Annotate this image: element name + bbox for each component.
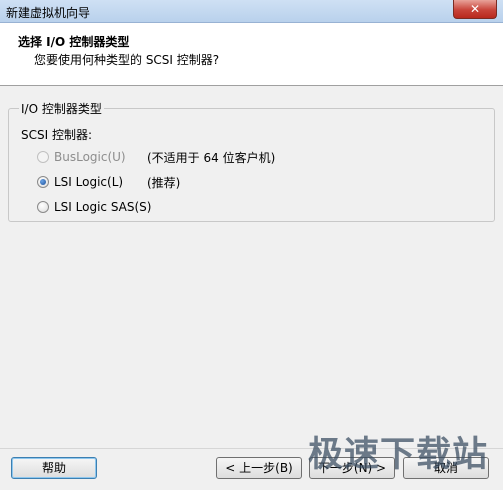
radio-lsi-logic-indicator[interactable] (37, 176, 49, 188)
close-icon: ✕ (469, 2, 481, 16)
radio-lsi-logic-label[interactable]: LSI Logic(L) (54, 175, 123, 189)
radio-lsi-logic-sas[interactable]: LSI Logic SAS(S) (37, 198, 151, 216)
groupbox-label: I/O 控制器类型 (19, 100, 104, 117)
title-bar: 新建虚拟机向导 ✕ (0, 0, 503, 23)
page-title: 选择 I/O 控制器类型 (18, 35, 130, 49)
radio-buslogic-indicator[interactable] (37, 151, 49, 163)
back-button[interactable]: < 上一步(B) (216, 457, 302, 479)
radio-buslogic[interactable]: BusLogic(U) (37, 148, 126, 166)
watermark-logo: 极速下载站 (308, 435, 489, 475)
buslogic-note: (不适用于 64 位客户机) (147, 151, 276, 165)
wizard-header: 选择 I/O 控制器类型 您要使用何种类型的 SCSI 控制器? (0, 23, 503, 86)
radio-buslogic-label[interactable]: BusLogic(U) (54, 150, 126, 164)
page-subtitle: 您要使用何种类型的 SCSI 控制器? (34, 53, 220, 67)
window-title: 新建虚拟机向导 (6, 6, 91, 20)
scsi-controller-label: SCSI 控制器: (21, 128, 93, 142)
radio-lsi-logic[interactable]: LSI Logic(L) (37, 173, 123, 191)
lsi-logic-note: (推荐) (147, 176, 181, 190)
radio-lsi-logic-sas-indicator[interactable] (37, 201, 49, 213)
help-button[interactable]: 帮助 (11, 457, 97, 479)
radio-lsi-logic-sas-label[interactable]: LSI Logic SAS(S) (54, 200, 151, 214)
close-button[interactable]: ✕ (453, 0, 497, 19)
